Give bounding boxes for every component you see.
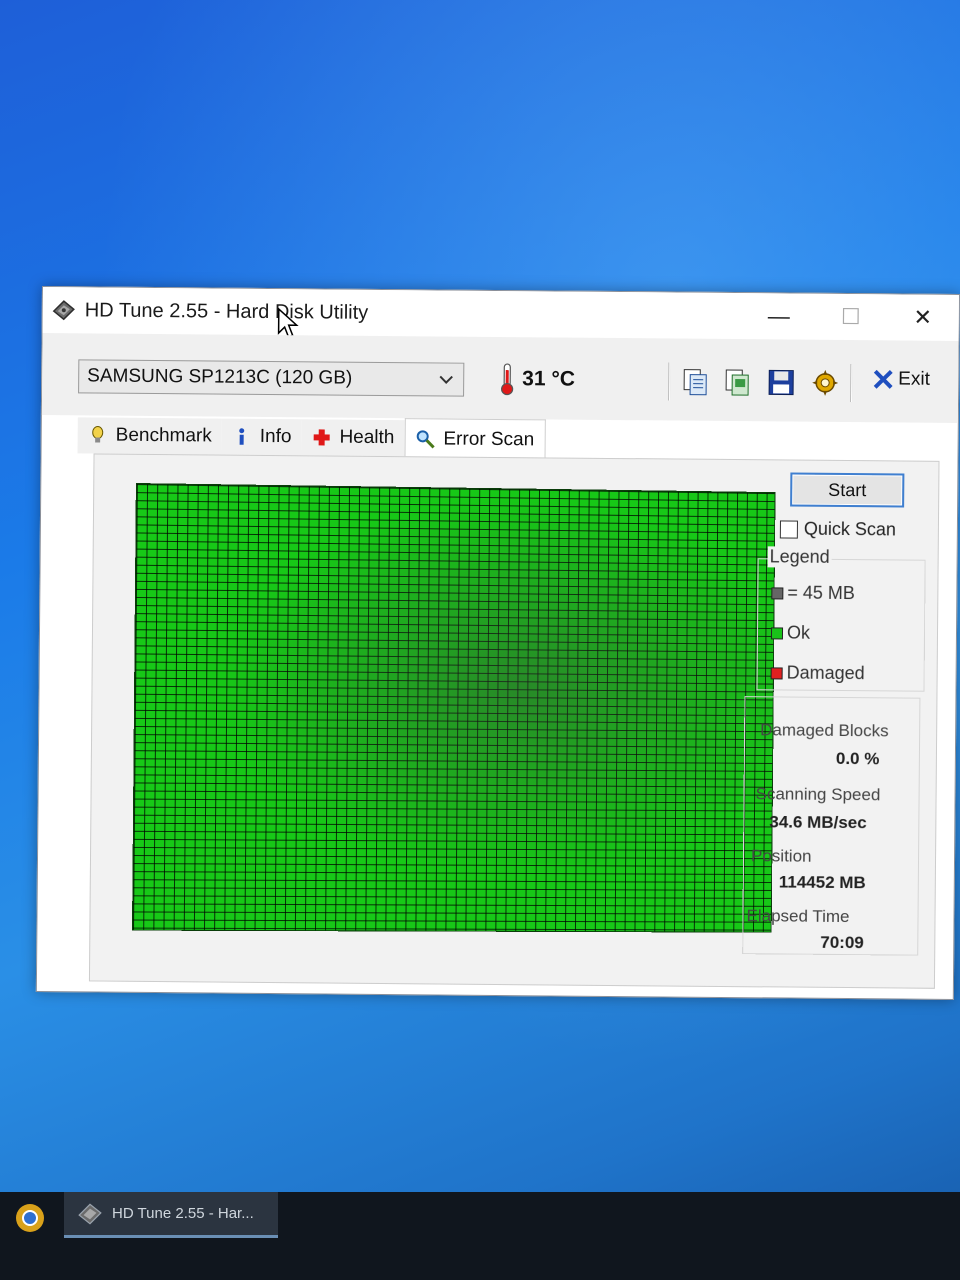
chevron-down-icon xyxy=(439,375,453,384)
position-value: 114452 MB xyxy=(778,872,866,893)
quick-scan-label: Quick Scan xyxy=(803,518,897,540)
temperature-value: 31 °C xyxy=(522,367,576,391)
hd-tune-window: HD Tune 2.55 - Hard Disk Utility — ☐ ✕ S… xyxy=(35,286,960,1000)
legend-label: = 45 MB xyxy=(787,582,855,604)
toolbar-separator xyxy=(850,364,853,403)
magnifier-icon xyxy=(416,429,435,448)
hd-tune-app-icon xyxy=(78,1202,102,1225)
browser-taskbar-icon[interactable] xyxy=(12,1200,48,1236)
tab-bar: Benchmark Info Health Error Scan xyxy=(77,415,546,460)
tab-label: Info xyxy=(259,425,292,448)
options-icon[interactable] xyxy=(810,368,840,398)
drive-select-value: SAMSUNG SP1213C (120 GB) xyxy=(87,365,353,389)
legend-swatch-block xyxy=(771,586,784,599)
exit-button[interactable]: Exit xyxy=(872,368,930,391)
screen-glare xyxy=(133,484,775,932)
info-icon xyxy=(239,428,245,445)
scan-block-map xyxy=(132,483,776,933)
tab-label: Error Scan xyxy=(443,428,535,450)
legend-damaged: Damaged xyxy=(770,662,865,684)
exit-label: Exit xyxy=(898,368,930,390)
legend-label: Damaged xyxy=(786,662,865,684)
copy-screenshot-icon[interactable] xyxy=(722,367,752,397)
scanning-speed-value: 34.6 MB/sec xyxy=(769,812,867,833)
copy-info-icon[interactable] xyxy=(680,367,710,397)
window-title: HD Tune 2.55 - Hard Disk Utility xyxy=(84,298,369,324)
legend-block-size: = 45 MB xyxy=(771,582,855,604)
toolbar: SAMSUNG SP1213C (120 GB) 31 °C Exit xyxy=(41,333,959,423)
quick-scan-option[interactable]: Quick Scan xyxy=(779,518,897,540)
minimize-button[interactable]: — xyxy=(743,293,815,340)
legend-title: Legend xyxy=(767,546,832,568)
tab-benchmark[interactable]: Benchmark xyxy=(77,417,222,455)
elapsed-time-value: 70:09 xyxy=(820,932,864,953)
start-button[interactable]: Start xyxy=(790,472,905,508)
tab-label: Benchmark xyxy=(115,424,212,447)
legend-ok: Ok xyxy=(770,622,811,643)
taskbar-item-hd-tune[interactable]: HD Tune 2.55 - Har... xyxy=(64,1192,278,1238)
title-bar[interactable]: HD Tune 2.55 - Hard Disk Utility — ☐ ✕ xyxy=(42,287,959,342)
elapsed-time-label: Elapsed Time xyxy=(746,906,850,927)
taskbar: HD Tune 2.55 - Har... xyxy=(0,1192,960,1280)
maximize-button[interactable]: ☐ xyxy=(815,294,887,341)
toolbar-separator xyxy=(668,362,671,401)
tab-info[interactable]: Info xyxy=(221,418,302,456)
quick-scan-checkbox[interactable] xyxy=(779,519,798,539)
taskbar-item-label: HD Tune 2.55 - Har... xyxy=(112,1205,254,1222)
tab-error-scan[interactable]: Error Scan xyxy=(404,418,546,460)
temperature-readout: 31 °C xyxy=(498,361,575,398)
health-cross-icon xyxy=(313,429,330,446)
drive-select[interactable]: SAMSUNG SP1213C (120 GB) xyxy=(78,359,465,397)
exit-x-icon xyxy=(873,369,893,389)
legend-label: Ok xyxy=(786,622,811,643)
hd-tune-app-icon xyxy=(52,300,75,321)
lightbulb-icon xyxy=(92,425,104,443)
damaged-blocks-value: 0.0 % xyxy=(835,748,880,769)
tab-health[interactable]: Health xyxy=(301,419,405,457)
error-scan-panel: Start Quick Scan Legend = 45 MB Ok Damag… xyxy=(88,453,940,989)
position-label: Position xyxy=(750,846,812,866)
legend-swatch-ok xyxy=(770,626,784,639)
scanning-speed-label: Scanning Speed xyxy=(755,784,881,805)
tab-label: Health xyxy=(339,426,395,449)
close-button[interactable]: ✕ xyxy=(887,294,959,341)
legend-swatch-damaged xyxy=(770,666,783,679)
save-icon[interactable] xyxy=(766,367,796,397)
damaged-blocks-label: Damaged Blocks xyxy=(760,720,889,741)
thermometer-icon xyxy=(501,363,514,396)
